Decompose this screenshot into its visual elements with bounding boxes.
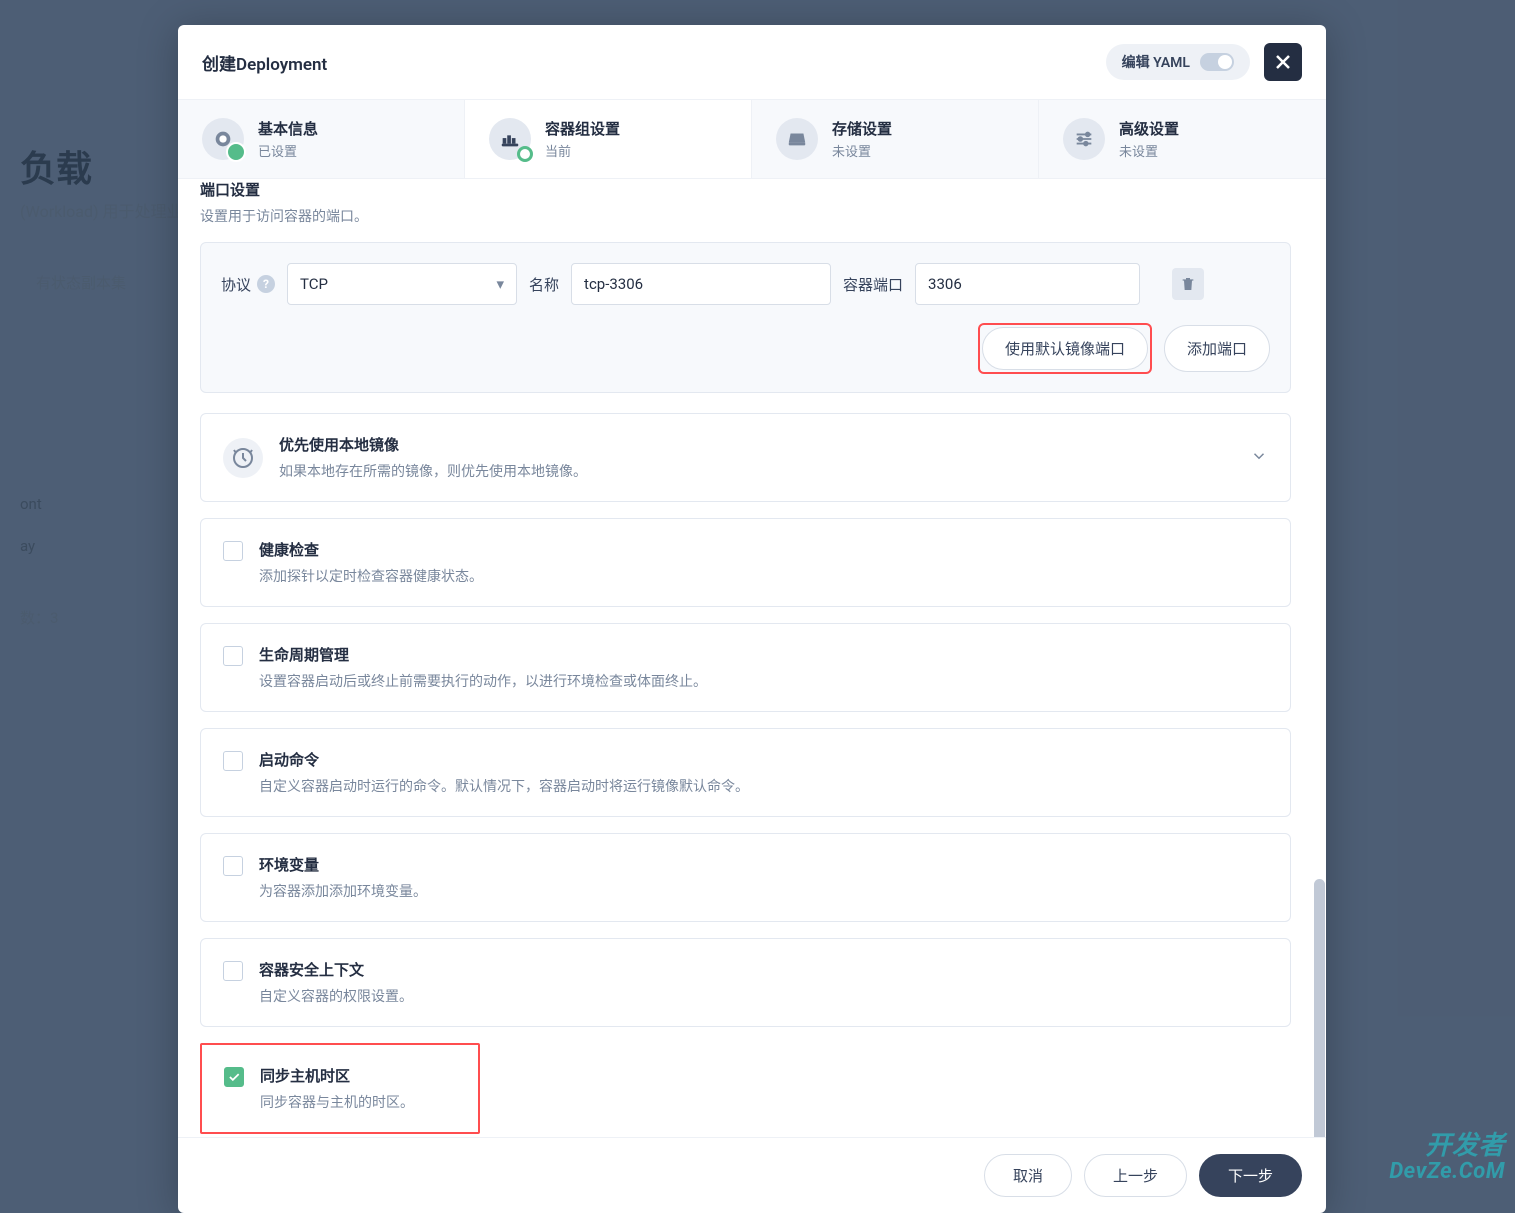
watermark-line2: DevZe.CoM — [1389, 1160, 1505, 1183]
prev-step-button[interactable]: 上一步 — [1084, 1154, 1187, 1197]
scrollbar-thumb[interactable] — [1314, 879, 1325, 1137]
close-icon — [1271, 50, 1295, 74]
modal-header: 创建Deployment 编辑 YAML — [178, 25, 1326, 100]
option-sync-host-tz[interactable]: 同步主机时区 同步容器与主机的时区。 — [202, 1045, 478, 1132]
step-basic-info[interactable]: 基本信息 已设置 — [178, 100, 465, 178]
storage-icon — [776, 118, 818, 160]
use-default-port-button[interactable]: 使用默认镜像端口 — [982, 327, 1148, 370]
option-start-command[interactable]: 启动命令 自定义容器启动时运行的命令。默认情况下，容器启动时将运行镜像默认命令。 — [200, 728, 1291, 817]
step-status: 已设置 — [258, 141, 318, 160]
option-title: 同步主机时区 — [260, 1065, 414, 1086]
option-desc: 自定义容器启动时运行的命令。默认情况下，容器启动时将运行镜像默认命令。 — [259, 776, 749, 796]
checkbox[interactable] — [223, 751, 243, 771]
option-title: 环境变量 — [259, 854, 427, 875]
cancel-button[interactable]: 取消 — [984, 1154, 1072, 1197]
watermark-line1: 开发者 — [1389, 1133, 1505, 1160]
option-desc: 同步容器与主机的时区。 — [260, 1092, 414, 1112]
scrollbar[interactable] — [1313, 179, 1326, 1137]
option-title: 生命周期管理 — [259, 644, 707, 665]
wizard-steps: 基本信息 已设置 容器组设置 当前 存储设置 未设置 — [178, 100, 1326, 179]
option-title: 容器安全上下文 — [259, 959, 413, 980]
step-advanced-settings[interactable]: 高级设置 未设置 — [1039, 100, 1326, 178]
option-desc: 设置容器启动后或终止前需要执行的动作，以进行环境检查或体面终止。 — [259, 671, 707, 691]
edit-yaml-toggle[interactable]: 编辑 YAML — [1106, 44, 1250, 80]
help-icon[interactable]: ? — [257, 275, 275, 293]
checkbox[interactable] — [223, 646, 243, 666]
option-env-vars[interactable]: 环境变量 为容器添加添加环境变量。 — [200, 833, 1291, 922]
step-container-settings[interactable]: 容器组设置 当前 — [465, 100, 752, 178]
clock-refresh-icon — [231, 446, 255, 470]
section-desc: 设置用于访问容器的端口。 — [200, 206, 1291, 226]
protocol-select[interactable]: TCP ▾ — [287, 263, 517, 305]
port-name-input[interactable] — [571, 263, 831, 305]
highlight-default-port: 使用默认镜像端口 — [980, 325, 1150, 372]
chevron-down-icon: ▾ — [496, 275, 504, 293]
container-icon — [489, 118, 531, 160]
checkbox[interactable] — [223, 961, 243, 981]
section-title: 端口设置 — [200, 179, 1291, 200]
port-settings-card: 协议 ? TCP ▾ 名称 容器端口 — [200, 242, 1291, 393]
record-icon — [202, 118, 244, 160]
delete-port-button[interactable] — [1172, 268, 1204, 300]
option-desc: 自定义容器的权限设置。 — [259, 986, 413, 1006]
step-status: 当前 — [545, 141, 620, 160]
next-step-button[interactable]: 下一步 — [1199, 1154, 1302, 1197]
step-title: 存储设置 — [832, 118, 892, 139]
port-settings-section: 端口设置 设置用于访问容器的端口。 协议 ? TCP ▾ 名称 — [200, 179, 1291, 393]
checkbox[interactable] — [223, 856, 243, 876]
option-desc: 为容器添加添加环境变量。 — [259, 881, 427, 901]
container-port-label: 容器端口 — [843, 274, 903, 295]
option-security-context[interactable]: 容器安全上下文 自定义容器的权限设置。 — [200, 938, 1291, 1027]
protocol-label: 协议 ? — [221, 274, 275, 295]
create-deployment-modal: 创建Deployment 编辑 YAML 基本信息 已设置 — [178, 25, 1326, 1213]
protocol-value: TCP — [300, 275, 328, 293]
step-title: 容器组设置 — [545, 118, 620, 139]
checkbox[interactable] — [223, 541, 243, 561]
watermark: 开发者 DevZe.CoM — [1389, 1133, 1505, 1183]
step-title: 高级设置 — [1119, 118, 1179, 139]
trash-icon — [1180, 276, 1196, 292]
container-port-input[interactable] — [915, 263, 1140, 305]
modal-title: 创建Deployment — [202, 50, 327, 75]
toggle-switch-icon — [1200, 53, 1234, 71]
step-title: 基本信息 — [258, 118, 318, 139]
option-desc: 添加探针以定时检查容器健康状态。 — [259, 566, 483, 586]
chevron-down-icon — [1250, 447, 1268, 469]
checkbox-checked[interactable] — [224, 1067, 244, 1087]
step-storage-settings[interactable]: 存储设置 未设置 — [752, 100, 1039, 178]
option-health-check[interactable]: 健康检查 添加探针以定时检查容器健康状态。 — [200, 518, 1291, 607]
option-title: 健康检查 — [259, 539, 483, 560]
sliders-icon — [1063, 118, 1105, 160]
option-lifecycle[interactable]: 生命周期管理 设置容器启动后或终止前需要执行的动作，以进行环境检查或体面终止。 — [200, 623, 1291, 712]
option-desc: 如果本地存在所需的镜像，则优先使用本地镜像。 — [279, 461, 1234, 481]
port-name-label: 名称 — [529, 274, 559, 295]
step-status: 未设置 — [832, 141, 892, 160]
close-button[interactable] — [1264, 43, 1302, 81]
option-title: 启动命令 — [259, 749, 749, 770]
add-port-button[interactable]: 添加端口 — [1164, 325, 1270, 372]
modal-footer: 取消 上一步 下一步 — [178, 1137, 1326, 1213]
option-title: 优先使用本地镜像 — [279, 434, 1234, 455]
edit-yaml-label: 编辑 YAML — [1122, 52, 1190, 72]
step-status: 未设置 — [1119, 141, 1179, 160]
option-local-image[interactable]: 优先使用本地镜像 如果本地存在所需的镜像，则优先使用本地镜像。 — [200, 413, 1291, 502]
check-icon — [227, 1070, 241, 1084]
